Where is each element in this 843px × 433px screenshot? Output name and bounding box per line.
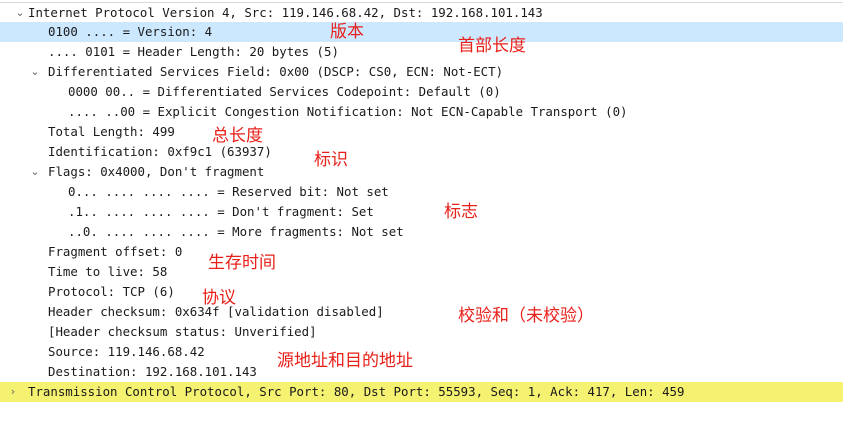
tree-row-dsfield[interactable]: ⌄ Differentiated Services Field: 0x00 (D… <box>0 62 843 82</box>
tree-row-reserved-bit[interactable]: 0... .... .... .... = Reserved bit: Not … <box>0 182 843 202</box>
dont-fragment-field: .1.. .... .... .... = Don't fragment: Se… <box>68 204 374 219</box>
ipv4-header-label: Internet Protocol Version 4, Src: 119.14… <box>28 5 543 20</box>
ttl-field: Time to live: 58 <box>48 264 168 279</box>
annotation-header-length: 首部长度 <box>458 36 526 56</box>
version-field: 0100 .... = Version: 4 <box>48 24 213 39</box>
more-fragments-field: ..0. .... .... .... = More fragments: No… <box>68 224 404 239</box>
tree-row-ipv4[interactable]: ⌄ Internet Protocol Version 4, Src: 119.… <box>0 2 843 22</box>
tree-row-tcp[interactable]: › Transmission Control Protocol, Src Por… <box>0 382 843 402</box>
chevron-down-icon[interactable]: ⌄ <box>28 62 42 82</box>
annotation-total-length: 总长度 <box>212 126 263 146</box>
tcp-header-label: Transmission Control Protocol, Src Port:… <box>28 384 685 399</box>
ecn-field: .... ..00 = Explicit Congestion Notifica… <box>68 104 628 119</box>
tree-row-dscp[interactable]: 0000 00.. = Differentiated Services Code… <box>0 82 843 102</box>
chevron-right-icon[interactable]: › <box>6 382 20 402</box>
annotation-identification: 标识 <box>314 150 348 170</box>
tree-row-fragment-offset[interactable]: Fragment offset: 0 <box>0 242 843 262</box>
annotation-version: 版本 <box>330 22 364 42</box>
tree-row-more-fragments[interactable]: ..0. .... .... .... = More fragments: No… <box>0 222 843 242</box>
annotation-flags: 标志 <box>444 202 478 222</box>
tree-row-identification[interactable]: Identification: 0xf9c1 (63937) <box>0 142 843 162</box>
chevron-down-icon[interactable]: ⌄ <box>13 3 27 23</box>
tree-row-ecn[interactable]: .... ..00 = Explicit Congestion Notifica… <box>0 102 843 122</box>
annotation-ttl: 生存时间 <box>208 253 276 273</box>
source-field: Source: 119.146.68.42 <box>48 344 205 359</box>
destination-field: Destination: 192.168.101.143 <box>48 364 257 379</box>
annotation-checksum: 校验和（未校验） <box>458 306 594 326</box>
tree-row-protocol[interactable]: Protocol: TCP (6) <box>0 282 843 302</box>
dscp-field: 0000 00.. = Differentiated Services Code… <box>68 84 501 99</box>
fragment-offset-field: Fragment offset: 0 <box>48 244 183 259</box>
tree-row-dont-fragment[interactable]: .1.. .... .... .... = Don't fragment: Se… <box>0 202 843 222</box>
tree-row-total-length[interactable]: Total Length: 499 <box>0 122 843 142</box>
header-length-field: .... 0101 = Header Length: 20 bytes (5) <box>48 44 339 59</box>
reserved-bit-field: 0... .... .... .... = Reserved bit: Not … <box>68 184 389 199</box>
tree-row-checksum[interactable]: Header checksum: 0x634f [validation disa… <box>0 302 843 322</box>
tree-row-flags[interactable]: ⌄ Flags: 0x4000, Don't fragment <box>0 162 843 182</box>
tree-row-version[interactable]: 0100 .... = Version: 4 <box>0 22 843 42</box>
dsfield-label: Differentiated Services Field: 0x00 (DSC… <box>48 64 504 79</box>
tree-row-ttl[interactable]: Time to live: 58 <box>0 262 843 282</box>
tree-row-checksum-status[interactable]: [Header checksum status: Unverified] <box>0 322 843 342</box>
annotation-addresses: 源地址和目的地址 <box>277 351 413 371</box>
tree-row-destination[interactable]: Destination: 192.168.101.143 <box>0 362 843 382</box>
total-length-field: Total Length: 499 <box>48 124 175 139</box>
annotation-protocol: 协议 <box>202 288 236 308</box>
chevron-down-icon[interactable]: ⌄ <box>28 162 42 182</box>
protocol-field: Protocol: TCP (6) <box>48 284 175 299</box>
flags-label: Flags: 0x4000, Don't fragment <box>48 164 265 179</box>
checksum-status-field: [Header checksum status: Unverified] <box>48 324 317 339</box>
tree-row-header-length[interactable]: .... 0101 = Header Length: 20 bytes (5) <box>0 42 843 62</box>
tree-row-source[interactable]: Source: 119.146.68.42 <box>0 342 843 362</box>
